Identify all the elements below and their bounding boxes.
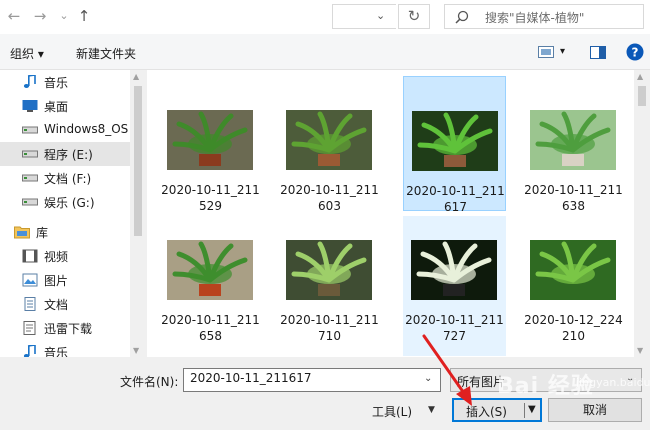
- view-options-dropdown-icon[interactable]: ▾: [560, 46, 565, 57]
- sidebar-item-label: Windows8_OS: [44, 122, 129, 136]
- sidebar-item-label: 文档 (F:): [44, 172, 92, 186]
- file-name: 2020-10-11_211 658: [161, 313, 260, 343]
- command-bar: 组织 ▾ 新建文件夹 ▾ ?: [0, 34, 650, 70]
- sidebar-item-label: 音乐: [44, 346, 69, 357]
- file-tile[interactable]: 2020-10-11_211 603: [278, 76, 381, 213]
- library-folder-icon: [14, 226, 30, 239]
- file-name: 2020-10-11_211 529: [161, 183, 260, 213]
- sidebar-item-label: 库: [36, 226, 49, 240]
- sidebar-scrollbar[interactable]: ▲ ▼: [130, 70, 146, 357]
- sidebar-item-label: 迅雷下载: [44, 322, 93, 336]
- split-divider: [524, 403, 525, 418]
- sidebar-item[interactable]: 音乐: [0, 70, 130, 94]
- drive-icon: [22, 126, 38, 134]
- file-name: 2020-10-11_211 617: [406, 184, 505, 214]
- download-icon: [23, 321, 36, 335]
- documents-icon: [24, 297, 36, 311]
- image-thumbnail: [167, 110, 253, 170]
- drive-icon: [22, 174, 38, 182]
- desktop-icon: [22, 100, 38, 112]
- scroll-up-icon[interactable]: ▲: [637, 72, 643, 81]
- sidebar-item[interactable]: 视频: [0, 244, 130, 268]
- sidebar-item[interactable]: 文档: [0, 292, 130, 316]
- help-icon[interactable]: ?: [626, 43, 644, 61]
- sidebar-item-label: 程序 (E:): [44, 148, 93, 162]
- image-thumbnail: [286, 240, 372, 300]
- file-name: 2020-10-12_224 210: [524, 313, 623, 343]
- file-tile[interactable]: 2020-10-11_211 710: [278, 216, 381, 356]
- sidebar-item[interactable]: 娱乐 (G:): [0, 190, 130, 214]
- navigation-pane: 音乐 桌面 Windows8_OS 程序 (E:) 文档 (F:) 娱乐 (G:) 库视频图…: [0, 70, 146, 357]
- file-tile[interactable]: 2020-10-11_211 638: [522, 76, 625, 213]
- drive-icon: [22, 150, 38, 158]
- filename-input[interactable]: 2020-10-11_211617: [183, 368, 441, 392]
- sidebar-item[interactable]: 音乐: [0, 340, 130, 357]
- baidu-watermark-url: jingyan.baidu.com: [576, 376, 650, 389]
- sidebar-item[interactable]: 文档 (F:): [0, 166, 130, 190]
- file-tile[interactable]: 2020-10-12_224 210: [522, 216, 625, 356]
- image-thumbnail: [286, 110, 372, 170]
- sidebar-item[interactable]: 程序 (E:): [0, 142, 130, 166]
- address-dropdown-icon[interactable]: ⌄: [376, 9, 385, 22]
- music-icon: [23, 75, 36, 88]
- new-folder-button[interactable]: 新建文件夹: [76, 45, 136, 62]
- sidebar-item[interactable]: Windows8_OS: [0, 118, 130, 142]
- insert-options-dropdown-icon[interactable]: ▼: [528, 404, 536, 415]
- address-field[interactable]: [332, 4, 396, 29]
- sidebar-item[interactable]: 迅雷下载: [0, 316, 130, 340]
- address-bar-row: ← → ⌄ ↑ ⌄ ↻ 搜索"自媒体-植物": [0, 0, 650, 34]
- up-arrow-icon[interactable]: ↑: [74, 6, 94, 26]
- image-thumbnail: [530, 110, 616, 170]
- image-thumbnail: [167, 240, 253, 300]
- sidebar-item-label: 图片: [44, 274, 69, 288]
- scroll-up-icon[interactable]: ▲: [133, 72, 139, 81]
- back-arrow-icon[interactable]: ←: [4, 6, 24, 26]
- file-tile[interactable]: 2020-10-11_211 617: [403, 76, 506, 214]
- sidebar-item-label: 文档: [44, 298, 69, 312]
- cancel-button[interactable]: 取消: [548, 398, 642, 422]
- preview-pane-icon[interactable]: [590, 46, 606, 59]
- forward-arrow-icon[interactable]: →: [30, 6, 50, 26]
- filename-label: 文件名(N):: [120, 375, 179, 389]
- scrollbar-thumb[interactable]: [638, 86, 646, 106]
- red-annotation-arrow: [422, 334, 472, 406]
- tools-menu[interactable]: 工具(L): [372, 403, 412, 420]
- sidebar-item-label: 桌面: [44, 100, 69, 114]
- music-icon: [23, 345, 36, 357]
- video-icon: [22, 249, 38, 263]
- svg-text:?: ?: [632, 46, 639, 60]
- image-thumbnail: [412, 111, 498, 171]
- search-icon: [455, 10, 469, 24]
- recent-locations-chevron-icon[interactable]: ⌄: [54, 6, 74, 26]
- sidebar-item[interactable]: 图片: [0, 268, 130, 292]
- scroll-down-icon[interactable]: ▼: [637, 346, 643, 355]
- scrollbar-thumb[interactable]: [134, 86, 142, 236]
- sidebar-item-label: 娱乐 (G:): [44, 196, 95, 210]
- pictures-icon: [22, 273, 38, 287]
- file-grid: 2020-10-11_211 529 2020-10-11_211 603 2020…: [147, 70, 650, 357]
- sidebar-item[interactable]: 库: [0, 220, 130, 244]
- sidebar-item-label: 音乐: [44, 76, 69, 90]
- search-input[interactable]: 搜索"自媒体-植物": [444, 4, 644, 29]
- scroll-down-icon[interactable]: ▼: [133, 346, 139, 355]
- file-name: 2020-10-11_211 603: [280, 183, 379, 213]
- file-name: 2020-10-11_211 710: [280, 313, 379, 343]
- drive-icon: [22, 198, 38, 206]
- file-tile[interactable]: 2020-10-11_211 529: [159, 76, 262, 213]
- search-placeholder: 搜索"自媒体-植物": [485, 11, 585, 25]
- sidebar-item[interactable]: 桌面: [0, 94, 130, 118]
- file-tile[interactable]: 2020-10-11_211 658: [159, 216, 262, 356]
- view-mode-icon[interactable]: [538, 46, 554, 58]
- image-thumbnail: [411, 240, 497, 300]
- organize-menu[interactable]: 组织 ▾: [10, 45, 44, 62]
- image-thumbnail: [530, 240, 616, 300]
- refresh-button[interactable]: ↻: [398, 4, 430, 29]
- sidebar-item-label: 视频: [44, 250, 69, 264]
- file-grid-scrollbar[interactable]: ▲ ▼: [634, 70, 650, 357]
- file-name: 2020-10-11_211 638: [524, 183, 623, 213]
